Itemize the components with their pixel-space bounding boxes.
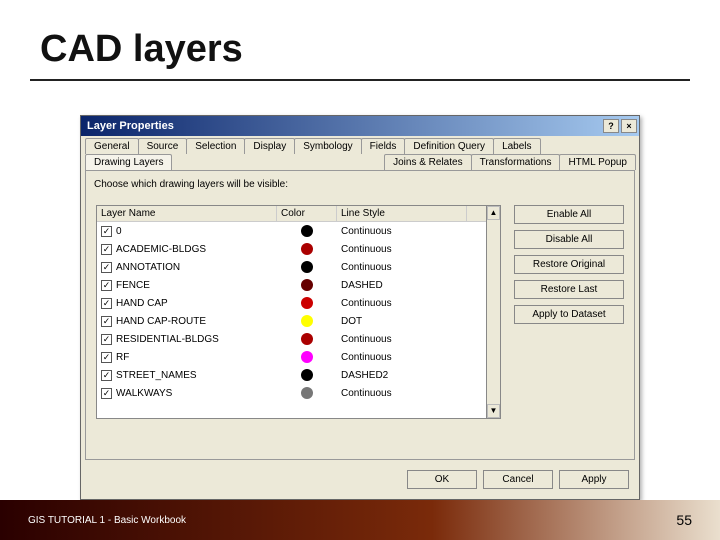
line-style: Continuous: [337, 262, 467, 273]
tab-joins-relates[interactable]: Joins & Relates: [384, 154, 471, 170]
layer-checkbox[interactable]: ✓: [101, 370, 112, 381]
line-style: Continuous: [337, 352, 467, 363]
layer-checkbox[interactable]: ✓: [101, 280, 112, 291]
line-style: Continuous: [337, 388, 467, 399]
tab-definition-query[interactable]: Definition Query: [404, 138, 494, 154]
layer-checkbox[interactable]: ✓: [101, 244, 112, 255]
tab-transformations[interactable]: Transformations: [471, 154, 561, 170]
list-header: Layer Name Color Line Style: [97, 206, 486, 222]
restore-original-button[interactable]: Restore Original: [514, 255, 624, 274]
list-scrollbar[interactable]: ▲ ▼: [486, 205, 501, 419]
layer-row[interactable]: ✓ ACADEMIC-BLDGS Continuous: [97, 240, 486, 258]
layer-name: WALKWAYS: [116, 388, 172, 399]
line-style: Continuous: [337, 298, 467, 309]
layer-name: RF: [116, 352, 129, 363]
color-swatch[interactable]: [301, 315, 313, 327]
layer-name: ANNOTATION: [116, 262, 180, 273]
ok-button[interactable]: OK: [407, 470, 477, 489]
layer-row[interactable]: ✓ WALKWAYS Continuous: [97, 384, 486, 402]
layer-checkbox[interactable]: ✓: [101, 352, 112, 363]
layer-row[interactable]: ✓ ANNOTATION Continuous: [97, 258, 486, 276]
slide-footer: GIS TUTORIAL 1 - Basic Workbook 55: [0, 500, 720, 540]
tab-selection[interactable]: Selection: [186, 138, 245, 154]
line-style: DASHED: [337, 280, 467, 291]
layer-name: ACADEMIC-BLDGS: [116, 244, 206, 255]
dialog-titlebar: Layer Properties ? ×: [81, 116, 639, 136]
layer-checkbox[interactable]: ✓: [101, 316, 112, 327]
tabs-row-1: GeneralSourceSelectionDisplaySymbologyFi…: [81, 136, 639, 154]
restore-last-button[interactable]: Restore Last: [514, 280, 624, 299]
color-swatch[interactable]: [301, 279, 313, 291]
layer-checkbox[interactable]: ✓: [101, 226, 112, 237]
layer-name: RESIDENTIAL-BLDGS: [116, 334, 219, 345]
column-color: Color: [277, 206, 337, 221]
dialog-title: Layer Properties: [87, 120, 174, 132]
side-actions: Enable All Disable All Restore Original Res…: [514, 205, 624, 324]
line-style: DOT: [337, 316, 467, 327]
tab-html-popup[interactable]: HTML Popup: [559, 154, 636, 170]
apply-to-dataset-button[interactable]: Apply to Dataset: [514, 305, 624, 324]
help-button[interactable]: ?: [603, 119, 619, 133]
layer-row[interactable]: ✓ RF Continuous: [97, 348, 486, 366]
line-style: Continuous: [337, 226, 467, 237]
color-swatch[interactable]: [301, 333, 313, 345]
enable-all-button[interactable]: Enable All: [514, 205, 624, 224]
color-swatch[interactable]: [301, 261, 313, 273]
line-style: DASHED2: [337, 370, 467, 381]
layer-name: FENCE: [116, 280, 150, 291]
tab-display[interactable]: Display: [244, 138, 295, 154]
column-layer-name: Layer Name: [97, 206, 277, 221]
tab-symbology[interactable]: Symbology: [294, 138, 361, 154]
footer-text: GIS TUTORIAL 1 - Basic Workbook: [28, 515, 186, 526]
layer-row[interactable]: ✓ 0 Continuous: [97, 222, 486, 240]
layer-name: 0: [116, 226, 122, 237]
layer-name: HAND CAP: [116, 298, 168, 309]
color-swatch[interactable]: [301, 369, 313, 381]
color-swatch[interactable]: [301, 243, 313, 255]
title-underline: [30, 79, 690, 81]
tab-general[interactable]: General: [85, 138, 139, 154]
close-button[interactable]: ×: [621, 119, 637, 133]
tab-fields[interactable]: Fields: [361, 138, 406, 154]
tab-source[interactable]: Source: [138, 138, 188, 154]
column-line-style: Line Style: [337, 206, 467, 221]
layer-row[interactable]: ✓ HAND CAP-ROUTE DOT: [97, 312, 486, 330]
line-style: Continuous: [337, 244, 467, 255]
layer-checkbox[interactable]: ✓: [101, 334, 112, 345]
layer-name: STREET_NAMES: [116, 370, 197, 381]
disable-all-button[interactable]: Disable All: [514, 230, 624, 249]
tab-labels[interactable]: Labels: [493, 138, 540, 154]
layer-row[interactable]: ✓ HAND CAP Continuous: [97, 294, 486, 312]
tab-drawing-layers[interactable]: Drawing Layers: [85, 154, 172, 170]
layer-properties-dialog: Layer Properties ? × GeneralSourceSelect…: [80, 115, 640, 500]
layer-checkbox[interactable]: ✓: [101, 388, 112, 399]
color-swatch[interactable]: [301, 387, 313, 399]
drawing-layers-panel: Choose which drawing layers will be visi…: [85, 170, 635, 460]
panel-description: Choose which drawing layers will be visi…: [94, 179, 626, 190]
layer-checkbox[interactable]: ✓: [101, 262, 112, 273]
cancel-button[interactable]: Cancel: [483, 470, 553, 489]
tabs-row-2: Drawing Layers Joins & RelatesTransforma…: [81, 154, 639, 170]
layer-row[interactable]: ✓ FENCE DASHED: [97, 276, 486, 294]
scroll-down-icon[interactable]: ▼: [487, 404, 500, 418]
color-swatch[interactable]: [301, 297, 313, 309]
scroll-up-icon[interactable]: ▲: [487, 206, 500, 220]
color-swatch[interactable]: [301, 225, 313, 237]
layer-row[interactable]: ✓ STREET_NAMES DASHED2: [97, 366, 486, 384]
layer-row[interactable]: ✓ RESIDENTIAL-BLDGS Continuous: [97, 330, 486, 348]
layer-name: HAND CAP-ROUTE: [116, 316, 206, 327]
slide-title: CAD layers: [0, 0, 720, 77]
page-number: 55: [676, 512, 692, 528]
dialog-footer: OK Cancel Apply: [81, 464, 639, 499]
line-style: Continuous: [337, 334, 467, 345]
layer-checkbox[interactable]: ✓: [101, 298, 112, 309]
layer-listbox[interactable]: Layer Name Color Line Style ✓ 0 Continuous…: [96, 205, 486, 419]
color-swatch[interactable]: [301, 351, 313, 363]
apply-button[interactable]: Apply: [559, 470, 629, 489]
